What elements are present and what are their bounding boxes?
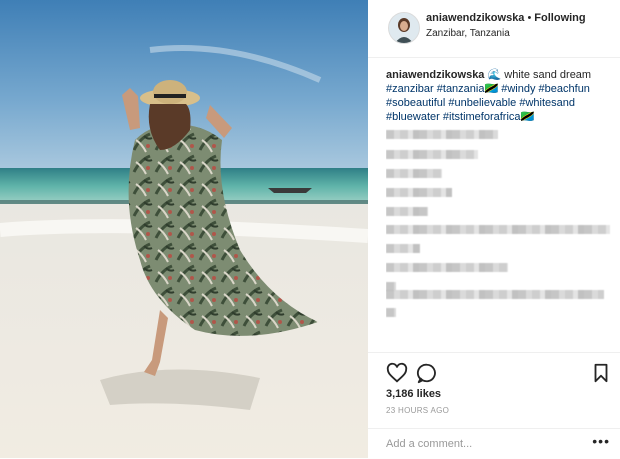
- action-bar: [368, 352, 620, 384]
- more-options-icon[interactable]: •••: [592, 433, 610, 449]
- post-header: aniawendzikowska • Following Zanzibar, Tan…: [368, 0, 620, 58]
- beach-photo-image: [0, 0, 368, 458]
- post-side-panel: aniawendzikowska • Following Zanzibar, Tan…: [368, 0, 620, 458]
- bookmark-icon[interactable]: [590, 362, 612, 384]
- heart-icon[interactable]: [386, 362, 408, 384]
- header-line: aniawendzikowska • Following: [426, 12, 586, 24]
- following-button[interactable]: Following: [534, 12, 585, 24]
- instagram-post: aniawendzikowska • Following Zanzibar, Tan…: [0, 0, 620, 458]
- location-link[interactable]: Zanzibar, Tanzania: [426, 28, 586, 39]
- hashtag-link[interactable]: #unbelievable: [448, 97, 516, 109]
- hashtag-link[interactable]: #itstimeforafrica🇹🇿: [443, 111, 534, 123]
- pixelated-comment: [386, 225, 610, 234]
- hashtag-link[interactable]: #windy: [501, 83, 535, 95]
- caption-text: white sand dream: [504, 69, 592, 81]
- pixelated-comment: [386, 308, 396, 317]
- pixelated-comment: [386, 290, 604, 299]
- pixelated-comments: [386, 128, 614, 328]
- comment-icon[interactable]: [416, 362, 438, 384]
- pixelated-comment: [386, 130, 498, 139]
- hashtag-link[interactable]: #zanzibar: [386, 83, 434, 95]
- pixelated-comment: [386, 150, 478, 159]
- likes-count[interactable]: 3,186 likes: [386, 388, 441, 400]
- hashtag-link[interactable]: #whitesand: [519, 97, 575, 109]
- pixelated-comment: [386, 169, 442, 178]
- post-photo[interactable]: [0, 0, 368, 458]
- post-timestamp[interactable]: 23 HOURS AGO: [386, 406, 449, 415]
- header-text: aniawendzikowska • Following Zanzibar, Tan…: [426, 12, 586, 39]
- hashtag-link[interactable]: #bluewater: [386, 111, 440, 123]
- wave-emoji: 🌊: [487, 69, 502, 81]
- hashtag-link[interactable]: #sobeautiful: [386, 97, 445, 109]
- post-caption: aniawendzikowska 🌊 white sand dream #zan…: [386, 68, 608, 124]
- pixelated-comment: [386, 244, 420, 253]
- hashtag-link[interactable]: #tanzania🇹🇿: [437, 83, 498, 95]
- avatar[interactable]: [388, 12, 420, 44]
- comment-input[interactable]: [386, 435, 576, 453]
- caption-username-link[interactable]: aniawendzikowska: [386, 69, 484, 81]
- pixelated-comment: [386, 263, 508, 272]
- header-separator: •: [527, 12, 532, 24]
- pixelated-comment: [386, 188, 452, 197]
- comment-row: •••: [368, 428, 620, 459]
- pixelated-comment: [386, 207, 428, 216]
- avatar-image: [389, 13, 419, 43]
- profile-username-link[interactable]: aniawendzikowska: [426, 12, 524, 24]
- hashtag-link[interactable]: #beachfun: [539, 83, 590, 95]
